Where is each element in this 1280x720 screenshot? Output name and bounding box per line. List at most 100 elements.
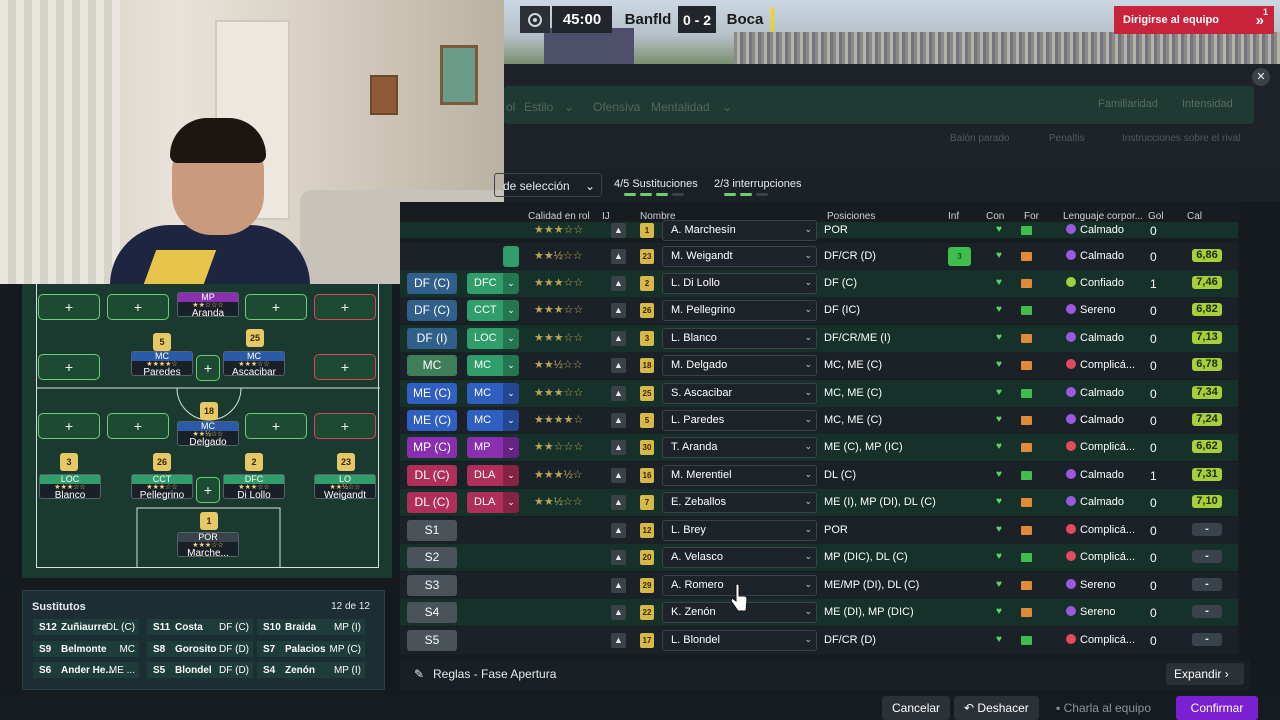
confirm-button[interactable]: Confirmar <box>1176 696 1258 720</box>
player-profile-icon[interactable]: ▲ <box>611 276 626 291</box>
duty-dropdown[interactable]: MC ⌄ <box>467 383 519 404</box>
add-player-slot-button[interactable]: + <box>38 294 100 320</box>
duty-dropdown[interactable]: CCT ⌄ <box>467 300 519 321</box>
player-name-dropdown[interactable]: L. Di Lollo ⌄ <box>662 273 817 294</box>
set-pieces-link[interactable]: Balón parado <box>950 133 1010 144</box>
player-profile-icon[interactable]: ▲ <box>611 413 626 428</box>
add-player-slot-button[interactable]: + <box>38 413 100 439</box>
go-to-team-button[interactable]: Dirigirse al equipo 1 » <box>1114 6 1274 34</box>
role-badge[interactable]: S2 <box>407 547 457 568</box>
player-profile-icon[interactable]: ▲ <box>611 358 626 373</box>
player-card[interactable]: MC ★★★★☆ Paredes <box>131 351 193 378</box>
substitute-item[interactable]: S5 Blondel DF (D) <box>147 662 253 678</box>
substitute-item[interactable]: S9 Belmonte MC <box>33 641 139 657</box>
player-name-dropdown[interactable]: A. Marchesín ⌄ <box>662 220 817 241</box>
role-badge[interactable]: DF (C) <box>407 300 457 321</box>
role-badge[interactable]: DL (C) <box>407 465 457 486</box>
player-name-dropdown[interactable]: L. Paredes ⌄ <box>662 410 817 431</box>
player-name-dropdown[interactable]: M. Merentiel ⌄ <box>662 465 817 486</box>
role-badge[interactable]: S3 <box>407 575 457 596</box>
role-badge[interactable]: MC <box>407 355 457 376</box>
player-profile-icon[interactable]: ▲ <box>611 550 626 565</box>
player-name-dropdown[interactable]: A. Velasco ⌄ <box>662 547 817 568</box>
add-player-slot-button[interactable]: + <box>196 477 220 503</box>
substitute-item[interactable]: S6 Ander He... ME ... <box>33 662 139 678</box>
player-card[interactable]: DFC ★★★☆☆ Di Lollo <box>223 474 285 501</box>
add-player-slot-button[interactable]: + <box>196 355 220 381</box>
player-profile-icon[interactable]: ▲ <box>611 249 626 264</box>
role-badge[interactable]: S4 <box>407 602 457 623</box>
add-player-slot-button[interactable]: + <box>107 294 169 320</box>
substitute-item[interactable]: S11 Costa DF (C) <box>147 619 253 635</box>
filter-mentality[interactable]: Mentalidad <box>651 100 710 114</box>
player-profile-icon[interactable]: ▲ <box>611 386 626 401</box>
player-name-dropdown[interactable]: M. Pellegrino ⌄ <box>662 300 817 321</box>
undo-button[interactable]: ↶ Deshacer <box>954 696 1039 720</box>
player-profile-icon[interactable]: ▲ <box>611 578 626 593</box>
add-player-slot-button[interactable]: + <box>107 413 169 439</box>
role-badge[interactable]: DF (C) <box>407 273 457 294</box>
player-card[interactable]: LO ★★½☆☆ Weigandt <box>314 474 376 501</box>
player-profile-icon[interactable]: ▲ <box>611 468 626 483</box>
close-icon[interactable]: ✕ <box>1252 68 1270 86</box>
substitute-item[interactable]: S7 Palacios MP (C) <box>257 641 365 657</box>
role-badge[interactable]: MP (C) <box>407 437 457 458</box>
player-name-dropdown[interactable]: T. Aranda ⌄ <box>662 437 817 458</box>
player-card[interactable]: MC ★★★☆☆ Ascacibar <box>223 351 285 378</box>
opposition-instructions-link[interactable]: Instrucciones sobre el rival <box>1122 133 1240 144</box>
role-badge[interactable]: S1 <box>407 520 457 541</box>
add-player-slot-button[interactable]: + <box>314 354 376 380</box>
player-card[interactable]: LOC ★★★☆☆ Blanco <box>39 474 101 501</box>
duty-dropdown[interactable]: DFC ⌄ <box>467 273 519 294</box>
player-name-dropdown[interactable]: L. Blanco ⌄ <box>662 328 817 349</box>
add-player-slot-button[interactable]: + <box>314 294 376 320</box>
duty-dropdown[interactable]: MC ⌄ <box>467 355 519 376</box>
cancel-button[interactable]: Cancelar <box>882 696 951 720</box>
filter-offensive[interactable]: Ofensiva <box>593 100 640 114</box>
role-badge[interactable]: ME (C) <box>407 383 457 404</box>
add-player-slot-button[interactable]: + <box>245 413 307 439</box>
player-profile-icon[interactable]: ▲ <box>611 495 626 510</box>
duty-dropdown[interactable]: LOC ⌄ <box>467 328 519 349</box>
add-player-slot-button[interactable]: + <box>38 354 100 380</box>
duty-dropdown[interactable]: DLA ⌄ <box>467 465 519 486</box>
player-profile-icon[interactable]: ▲ <box>611 303 626 318</box>
player-profile-icon[interactable]: ▲ <box>611 440 626 455</box>
team-talk-button[interactable]: ▪ Charla al equipo <box>1046 696 1161 720</box>
duty-dropdown[interactable] <box>503 246 519 267</box>
role-rating-stars: ★★★☆☆ <box>534 304 584 316</box>
expand-button[interactable]: Expandir › <box>1166 663 1244 685</box>
role-badge[interactable]: S5 <box>407 630 457 651</box>
duty-dropdown[interactable]: MP ⌄ <box>467 437 519 458</box>
player-profile-icon[interactable]: ▲ <box>611 331 626 346</box>
substitute-item[interactable]: S10 Braida MP (I) <box>257 619 365 635</box>
player-profile-icon[interactable]: ▲ <box>611 223 626 238</box>
filter-style[interactable]: Estilo <box>524 100 553 114</box>
player-positions: MC, ME (C) <box>824 414 883 426</box>
duty-dropdown[interactable]: DLA ⌄ <box>467 492 519 513</box>
selection-mode-dropdown[interactable]: de selección ⌄ <box>494 173 602 197</box>
player-card[interactable]: MP ★★☆☆☆ Aranda <box>177 292 239 319</box>
role-badge[interactable]: DL (C) <box>407 492 457 513</box>
player-name-dropdown[interactable]: E. Zeballos ⌄ <box>662 492 817 513</box>
substitute-item[interactable]: S12 Zuñiaurre DL (C) <box>33 619 139 635</box>
penalties-link[interactable]: Penaltis <box>1049 133 1085 144</box>
substitute-item[interactable]: S8 Gorosito DF (D) <box>147 641 253 657</box>
player-profile-icon[interactable]: ▲ <box>611 633 626 648</box>
player-name-dropdown[interactable]: M. Delgado ⌄ <box>662 355 817 376</box>
player-card[interactable]: MC ★★½☆☆ Delgado <box>177 421 239 448</box>
duty-dropdown[interactable]: MC ⌄ <box>467 410 519 431</box>
add-player-slot-button[interactable]: + <box>245 294 307 320</box>
role-badge[interactable]: ME (C) <box>407 410 457 431</box>
role-badge[interactable]: DF (I) <box>407 328 457 349</box>
player-profile-icon[interactable]: ▲ <box>611 605 626 620</box>
player-name-dropdown[interactable]: M. Weigandt ⌄ <box>662 246 817 267</box>
substitute-item[interactable]: S4 Zenón MP (I) <box>257 662 365 678</box>
player-profile-icon[interactable]: ▲ <box>611 523 626 538</box>
add-player-slot-button[interactable]: + <box>314 413 376 439</box>
player-card[interactable]: CCT ★★★☆☆ Pellegrino <box>131 474 193 501</box>
player-name-dropdown[interactable]: L. Brey ⌄ <box>662 520 817 541</box>
player-name-dropdown[interactable]: L. Blondel ⌄ <box>662 630 817 651</box>
player-card[interactable]: POR ★★★☆☆ Marche... <box>177 532 239 559</box>
player-name-dropdown[interactable]: S. Ascacibar ⌄ <box>662 383 817 404</box>
